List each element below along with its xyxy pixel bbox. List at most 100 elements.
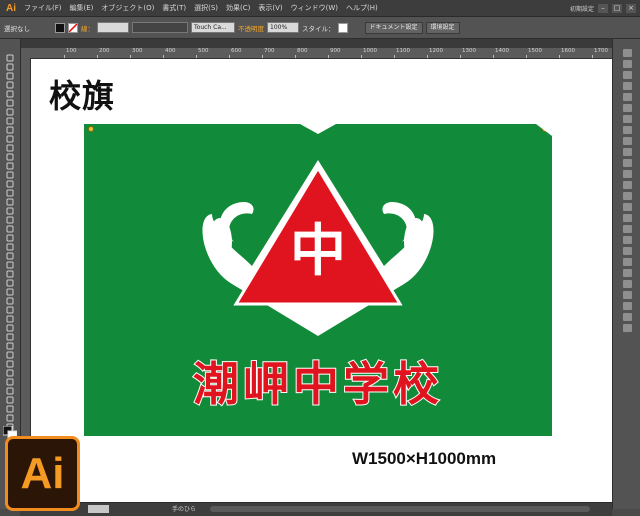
tool-icon[interactable] <box>5 56 15 71</box>
document-setup-button[interactable]: ドキュメント設定 <box>364 21 423 34</box>
tool-icon[interactable] <box>5 227 15 242</box>
tool-icon[interactable] <box>5 263 15 278</box>
tool-icon[interactable] <box>5 173 15 188</box>
tool-icon[interactable] <box>5 218 15 233</box>
tool-icon[interactable] <box>5 371 15 386</box>
tool-icon[interactable] <box>5 389 15 404</box>
panel-icon[interactable] <box>623 247 632 255</box>
workspace-switcher[interactable]: 初期設定 <box>570 4 594 13</box>
tool-icon[interactable] <box>5 137 15 152</box>
tool-icon[interactable] <box>5 146 15 161</box>
stroke-weight-field[interactable] <box>97 22 129 33</box>
tool-icon[interactable] <box>5 335 15 350</box>
tool-icon[interactable] <box>5 128 15 143</box>
tool-icon[interactable] <box>5 254 15 269</box>
tool-icon[interactable] <box>5 353 15 368</box>
tool-icon[interactable] <box>5 182 15 197</box>
tool-icon[interactable] <box>5 101 15 116</box>
close-button[interactable]: × <box>626 3 636 13</box>
menu-item-7[interactable]: ウィンドウ(W) <box>287 3 342 13</box>
tool-icon[interactable] <box>5 362 15 377</box>
tool-icon[interactable] <box>5 110 15 125</box>
tool-icon[interactable] <box>5 416 15 431</box>
preferences-button[interactable]: 環境設定 <box>425 21 460 34</box>
tool-icon[interactable] <box>5 290 15 305</box>
menu-item-1[interactable]: 編集(E) <box>66 3 98 13</box>
panel-icon[interactable] <box>623 82 632 90</box>
panel-icon[interactable] <box>623 49 632 57</box>
tool-icon[interactable] <box>5 191 15 206</box>
tool-icon[interactable] <box>5 92 15 107</box>
panel-icon[interactable] <box>623 324 632 332</box>
panel-icon[interactable] <box>623 302 632 310</box>
stroke-swatch[interactable] <box>68 22 78 33</box>
menu-item-0[interactable]: ファイル(F) <box>20 3 66 13</box>
horizontal-scrollbar[interactable] <box>210 506 590 512</box>
panel-icon[interactable] <box>623 225 632 233</box>
tool-icon[interactable] <box>5 83 15 98</box>
tool-icon[interactable] <box>5 74 15 89</box>
minimize-button[interactable]: – <box>598 3 608 13</box>
tool-icon[interactable] <box>5 164 15 179</box>
panel-icon[interactable] <box>623 181 632 189</box>
school-flag[interactable]: 中 潮岬中学校 <box>84 124 552 436</box>
panel-icon[interactable] <box>623 137 632 145</box>
tool-icon[interactable] <box>5 326 15 341</box>
menu-item-4[interactable]: 選択(S) <box>190 3 222 13</box>
panel-icon[interactable] <box>623 236 632 244</box>
panel-icon[interactable] <box>623 170 632 178</box>
menu-item-5[interactable]: 効果(C) <box>222 3 254 13</box>
tool-icon[interactable] <box>5 65 15 80</box>
ruler-label: 300 <box>132 48 143 54</box>
tool-icon[interactable] <box>5 245 15 260</box>
tool-icon[interactable] <box>5 209 15 224</box>
tool-icon[interactable] <box>5 281 15 296</box>
style-swatch[interactable] <box>337 22 348 33</box>
panel-icon[interactable] <box>623 313 632 321</box>
fill-swatch[interactable] <box>55 22 65 33</box>
zoom-field[interactable] <box>88 505 109 513</box>
stroke-label[interactable]: 線： <box>81 23 94 33</box>
brush-definition-field[interactable]: Touch Ca... <box>191 22 235 33</box>
horizontal-ruler[interactable]: 100 200 300 400 500 600 700 800 900 1000 1100 1200 1… <box>20 48 612 59</box>
panel-icon[interactable] <box>623 60 632 68</box>
tool-icon[interactable] <box>5 236 15 251</box>
tool-icon[interactable] <box>5 47 15 62</box>
panel-icon[interactable] <box>623 148 632 156</box>
tool-icon[interactable] <box>5 407 15 422</box>
panel-icon[interactable] <box>623 104 632 112</box>
tool-icon[interactable] <box>5 308 15 323</box>
menu-item-6[interactable]: 表示(V) <box>254 3 286 13</box>
maximize-button[interactable]: □ <box>612 3 622 13</box>
tool-icon[interactable] <box>5 299 15 314</box>
panel-icon[interactable] <box>623 192 632 200</box>
panel-icon[interactable] <box>623 126 632 134</box>
ruler-label: 600 <box>231 48 242 54</box>
menu-item-2[interactable]: オブジェクト(O) <box>97 3 158 13</box>
tool-icon[interactable] <box>5 380 15 395</box>
panel-icon[interactable] <box>623 269 632 277</box>
panel-icon[interactable] <box>623 159 632 167</box>
panel-icon[interactable] <box>623 93 632 101</box>
menu-item-8[interactable]: ヘルプ(H) <box>342 3 382 13</box>
panel-icon[interactable] <box>623 203 632 211</box>
tool-icon[interactable] <box>5 119 15 134</box>
variable-width-field[interactable] <box>132 22 188 33</box>
panel-icon[interactable] <box>623 280 632 288</box>
ruler-label: 1200 <box>429 48 443 54</box>
panel-icon[interactable] <box>623 214 632 222</box>
opacity-field[interactable]: 100% <box>267 22 299 33</box>
panel-icon[interactable] <box>623 115 632 123</box>
tool-icon[interactable] <box>5 344 15 359</box>
panel-icon[interactable] <box>623 258 632 266</box>
app-logo[interactable]: Ai <box>2 1 20 15</box>
menu-item-3[interactable]: 書式(T) <box>158 3 190 13</box>
tool-icon[interactable] <box>5 155 15 170</box>
opacity-label[interactable]: 不透明度 <box>238 23 264 33</box>
tool-icon[interactable] <box>5 272 15 287</box>
tool-icon[interactable] <box>5 200 15 215</box>
tool-icon[interactable] <box>5 317 15 332</box>
panel-icon[interactable] <box>623 71 632 79</box>
tool-icon[interactable] <box>5 398 15 413</box>
panel-icon[interactable] <box>623 291 632 299</box>
